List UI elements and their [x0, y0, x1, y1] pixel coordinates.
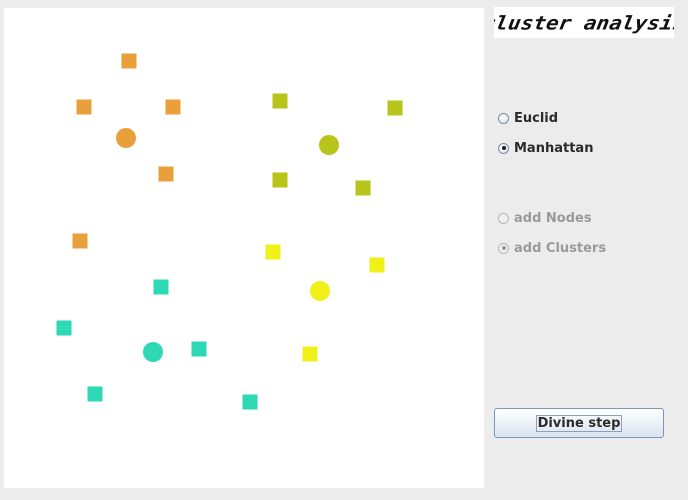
node-teal-2[interactable]: [191, 341, 207, 357]
node-orange-3[interactable]: [158, 166, 174, 182]
radio-add-nodes-indicator[interactable]: [498, 212, 509, 224]
node-olive-1[interactable]: [387, 100, 403, 116]
cluster-centroid-orange[interactable]: [116, 128, 136, 148]
node-yellow-2[interactable]: [302, 346, 318, 362]
node-yellow-0[interactable]: [265, 244, 281, 260]
radio-add-clusters-label: add Clusters: [514, 240, 607, 256]
radio-euclid-indicator[interactable]: [498, 112, 509, 124]
node-yellow-1[interactable]: [369, 257, 385, 273]
node-teal-4[interactable]: [242, 394, 258, 410]
app-logo-text: cluster analysis: [494, 11, 674, 34]
cluster-analysis-window: cluster analysis Euclid Manhattan add No…: [0, 0, 688, 500]
node-orange-1[interactable]: [76, 99, 92, 115]
radio-manhattan[interactable]: Manhattan: [498, 139, 593, 157]
node-olive-3[interactable]: [355, 180, 371, 196]
node-teal-0[interactable]: [153, 279, 169, 295]
radio-add-nodes[interactable]: add Nodes: [498, 209, 592, 227]
node-olive-2[interactable]: [272, 172, 288, 188]
node-orange-0[interactable]: [121, 53, 137, 69]
radio-add-clusters-indicator[interactable]: [498, 242, 509, 254]
radio-manhattan-indicator[interactable]: [498, 142, 509, 154]
node-olive-0[interactable]: [272, 93, 288, 109]
radio-add-clusters[interactable]: add Clusters: [498, 239, 606, 257]
node-teal-1[interactable]: [56, 320, 72, 336]
cluster-canvas[interactable]: [4, 8, 484, 488]
node-orange-2[interactable]: [165, 99, 181, 115]
cluster-plot[interactable]: [4, 8, 484, 488]
radio-euclid-label: Euclid: [514, 110, 559, 126]
node-teal-3[interactable]: [87, 386, 103, 402]
divine-step-button[interactable]: Divine step: [494, 408, 664, 438]
divine-step-button-label: Divine step: [535, 414, 623, 432]
cluster-centroid-olive[interactable]: [319, 135, 339, 155]
radio-euclid[interactable]: Euclid: [498, 109, 558, 127]
node-orange-4[interactable]: [72, 233, 88, 249]
radio-add-nodes-label: add Nodes: [514, 210, 592, 226]
radio-manhattan-label: Manhattan: [514, 140, 594, 156]
app-logo: cluster analysis: [494, 7, 674, 38]
cluster-centroid-yellow[interactable]: [310, 281, 330, 301]
cluster-centroid-teal[interactable]: [143, 342, 163, 362]
